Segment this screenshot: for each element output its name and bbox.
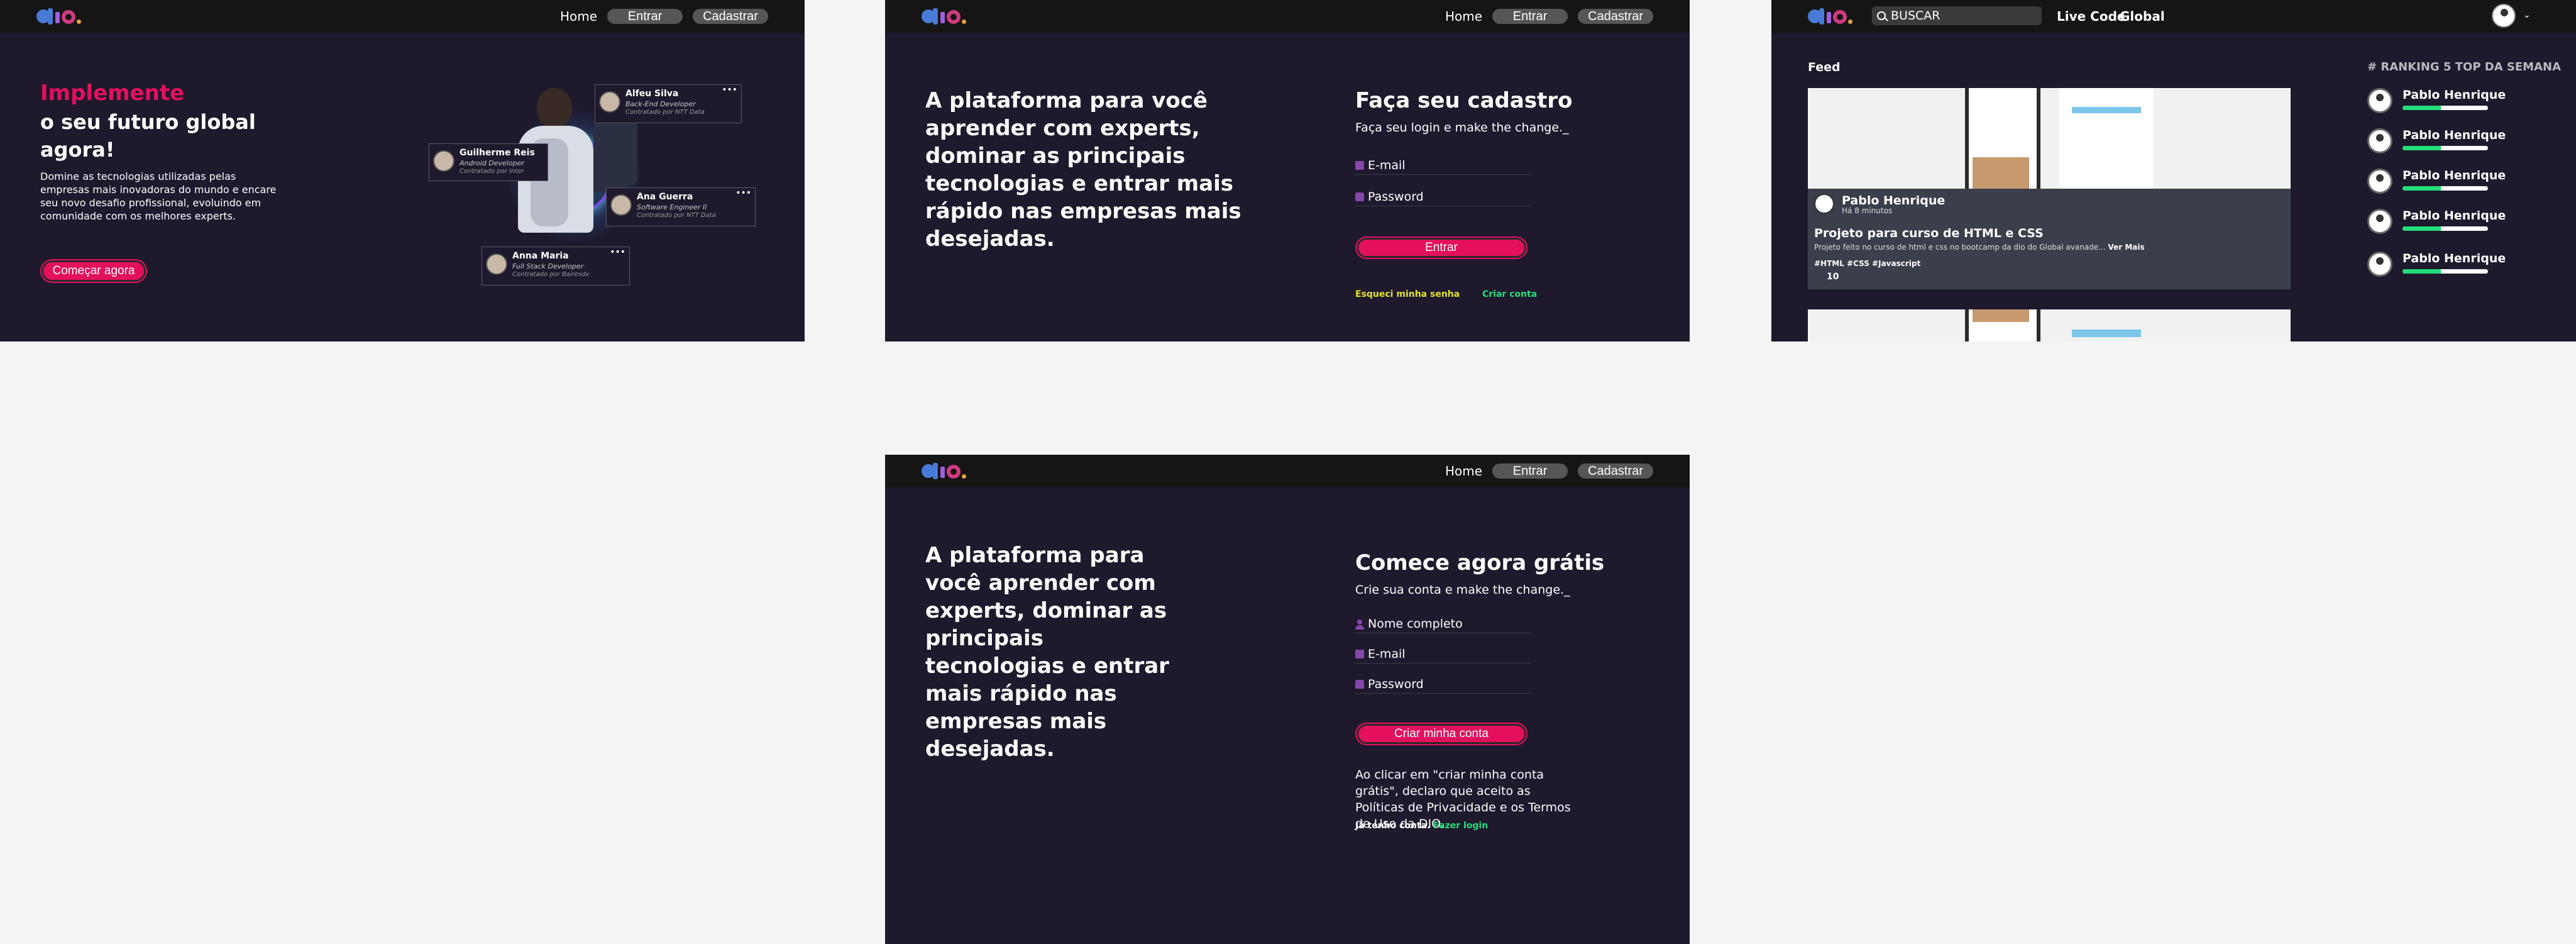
cadastrar-button[interactable]: Cadastrar: [1578, 9, 1653, 24]
form-title: Faça seu cadastro: [1355, 88, 1573, 113]
header: Home Entrar Cadastrar: [0, 0, 805, 33]
post-screenshot: [1808, 88, 2291, 189]
live-code-link[interactable]: Live Code: [2057, 9, 2125, 24]
has-account: Já tenho conta. Fazer login: [1355, 821, 1489, 831]
hero-title-highlight: Implemente: [40, 81, 185, 106]
home-link[interactable]: Home: [560, 9, 597, 24]
ranking-title: # RANKING 5 TOP DA SEMANA: [2367, 60, 2562, 74]
feed-post[interactable]: [1808, 309, 2291, 342]
mail-icon: [1355, 649, 1364, 658]
ranking-item[interactable]: Pablo Henrique: [2367, 88, 2518, 118]
profile-card: Guilherme Reis Android Developer Contrat…: [429, 143, 548, 181]
progress-bar: [2403, 226, 2488, 231]
progress-bar: [2403, 186, 2488, 191]
avatar: [599, 91, 620, 113]
ranking-item[interactable]: Pablo Henrique: [2367, 128, 2518, 158]
hero-description: Domine as tecnologias utilizadas pelas e…: [40, 170, 277, 222]
dio-logo[interactable]: [1808, 8, 1853, 25]
cadastrar-button[interactable]: Cadastrar: [693, 9, 768, 24]
ranking-item[interactable]: Pablo Henrique: [2367, 169, 2518, 199]
profile-card: Ana Guerra Software Engineer II Contrata…: [606, 187, 756, 226]
lock-icon: [1355, 192, 1364, 201]
avatar: [1814, 194, 1834, 214]
search-icon: [1877, 11, 1886, 20]
feed-title: Feed: [1808, 60, 1841, 74]
user-avatar[interactable]: [2492, 4, 2516, 28]
header-nav: Home Entrar Cadastrar: [1445, 9, 1653, 24]
landing-screen: Home Entrar Cadastrar Implemente o seu f…: [0, 0, 805, 342]
like-count[interactable]: 10: [1827, 272, 1839, 282]
more-icon[interactable]: •••: [610, 247, 625, 257]
comecar-agora-button[interactable]: Começar agora: [41, 260, 146, 282]
more-icon[interactable]: •••: [722, 85, 737, 95]
progress-bar: [2403, 146, 2488, 150]
search-box[interactable]: [1872, 6, 2042, 25]
profile-card: Anna Maria Full Stack Developer Contrata…: [482, 247, 630, 286]
entrar-button[interactable]: Entrar: [1492, 9, 1568, 24]
post-description: Projeto feito no curso de html e css no …: [1814, 243, 2145, 252]
form-title: Comece agora grátis: [1355, 550, 1605, 575]
post-tags: #HTML #CSS #Javascript: [1814, 259, 1921, 268]
post-time: Há 8 minutos: [1842, 206, 1893, 215]
header: Home Entrar Cadastrar: [885, 455, 1690, 487]
dio-logo[interactable]: [922, 463, 967, 479]
avatar: [2367, 252, 2392, 277]
global-link[interactable]: Global: [2120, 9, 2165, 24]
headline: A plataforma para você aprender com expe…: [925, 543, 1169, 762]
avatar: [433, 150, 454, 172]
cadastrar-button[interactable]: Cadastrar: [1578, 464, 1653, 479]
avatar: [486, 253, 507, 275]
header-nav: Home Entrar Cadastrar: [1445, 464, 1653, 479]
ranking-item[interactable]: Pablo Henrique: [2367, 252, 2518, 282]
avatar: [2367, 128, 2392, 153]
create-account-link[interactable]: Criar conta: [1482, 289, 1537, 299]
form-subtitle: Faça seu login e make the change._: [1355, 121, 1569, 135]
post-title: Projeto para curso de HTML e CSS: [1814, 226, 2044, 240]
home-link[interactable]: Home: [1445, 464, 1482, 479]
headline: A plataforma para você aprender com expe…: [925, 88, 1241, 252]
password-field[interactable]: Password: [1355, 675, 1531, 694]
login-screen: Home Entrar Cadastrar A plataforma para …: [885, 0, 1690, 342]
create-account-button[interactable]: Criar minha conta: [1357, 724, 1526, 744]
more-icon[interactable]: •••: [735, 188, 751, 198]
header: Home Entrar Cadastrar: [885, 0, 1690, 33]
entrar-submit-button[interactable]: Entrar: [1357, 238, 1526, 258]
email-field[interactable]: E-mail: [1355, 645, 1531, 664]
chevron-down-icon[interactable]: ⌄: [2523, 10, 2531, 20]
post-author: Pablo Henrique: [1842, 194, 1946, 208]
name-field[interactable]: Nome completo: [1355, 614, 1531, 633]
user-icon: [1355, 619, 1364, 630]
dio-logo[interactable]: [922, 8, 967, 25]
feed-post[interactable]: Pablo Henrique Há 8 minutos Projeto para…: [1808, 88, 2291, 289]
form-subtitle: Crie sua conta e make the change._: [1355, 583, 1570, 597]
avatar: [610, 194, 632, 216]
password-field[interactable]: Password: [1355, 187, 1531, 206]
ranking-item[interactable]: Pablo Henrique: [2367, 209, 2518, 239]
avatar: [2367, 169, 2392, 194]
header-nav: Home Entrar Cadastrar: [560, 9, 768, 24]
progress-bar: [2403, 269, 2488, 274]
hero-title: o seu futuro global agora!: [40, 110, 256, 162]
entrar-button[interactable]: Entrar: [607, 9, 683, 24]
login-link[interactable]: Fazer login: [1433, 821, 1488, 831]
entrar-button[interactable]: Entrar: [1492, 464, 1568, 479]
avatar: [2367, 209, 2392, 234]
lock-icon: [1355, 679, 1364, 689]
signup-screen: Home Entrar Cadastrar A plataforma para …: [885, 455, 1690, 944]
header: Live Code Global ⌄: [1771, 0, 2576, 33]
home-link[interactable]: Home: [1445, 9, 1482, 24]
forgot-password-link[interactable]: Esqueci minha senha: [1355, 289, 1460, 299]
email-field[interactable]: E-mail: [1355, 156, 1531, 175]
profile-card: Alfeu Silva Back-End Developer Contratad…: [595, 84, 742, 123]
see-more-link[interactable]: Ver Mais: [2108, 243, 2144, 252]
mail-icon: [1355, 160, 1364, 170]
feed-screen: Live Code Global ⌄ Feed Pablo Henrique H…: [1771, 0, 2576, 342]
avatar: [2367, 88, 2392, 113]
progress-bar: [2403, 106, 2488, 110]
dio-logo[interactable]: [36, 8, 82, 25]
search-input[interactable]: [1891, 9, 2029, 23]
